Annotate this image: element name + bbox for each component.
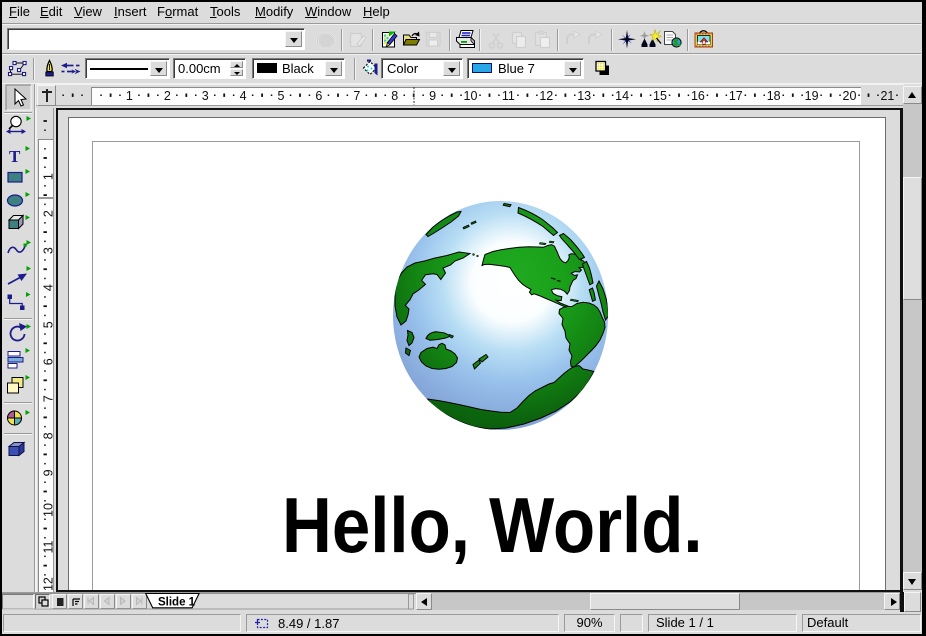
svg-text:4: 4 [41,284,55,291]
svg-text:20: 20 [843,89,857,103]
svg-text:4: 4 [240,89,247,103]
svg-text:17: 17 [729,89,743,103]
svg-text:19: 19 [805,89,819,103]
svg-text:13: 13 [577,89,591,103]
svg-text:1: 1 [126,89,133,103]
svg-text:11: 11 [41,540,55,553]
svg-text:3: 3 [202,89,209,103]
svg-text:9: 9 [429,89,436,103]
svg-text:2: 2 [164,89,171,103]
svg-text:6: 6 [315,89,322,103]
svg-text:10: 10 [41,503,55,517]
svg-text:8: 8 [391,89,398,103]
svg-text:12: 12 [539,89,553,103]
svg-text:18: 18 [767,89,781,103]
svg-text:8: 8 [41,432,55,439]
svg-text:9: 9 [41,469,55,476]
svg-text:7: 7 [41,395,55,402]
svg-text:1: 1 [41,173,55,180]
svg-text:5: 5 [278,89,285,103]
svg-text:7: 7 [353,89,360,103]
svg-text:10: 10 [464,89,478,103]
svg-text:21: 21 [880,89,894,103]
svg-text:2: 2 [41,210,55,217]
svg-text:5: 5 [41,321,55,328]
svg-text:3: 3 [41,247,55,254]
svg-text:15: 15 [653,89,667,103]
svg-text:14: 14 [615,89,629,103]
svg-text:12: 12 [41,577,55,591]
svg-text:6: 6 [41,358,55,365]
svg-text:16: 16 [691,89,705,103]
svg-text:11: 11 [502,89,515,103]
